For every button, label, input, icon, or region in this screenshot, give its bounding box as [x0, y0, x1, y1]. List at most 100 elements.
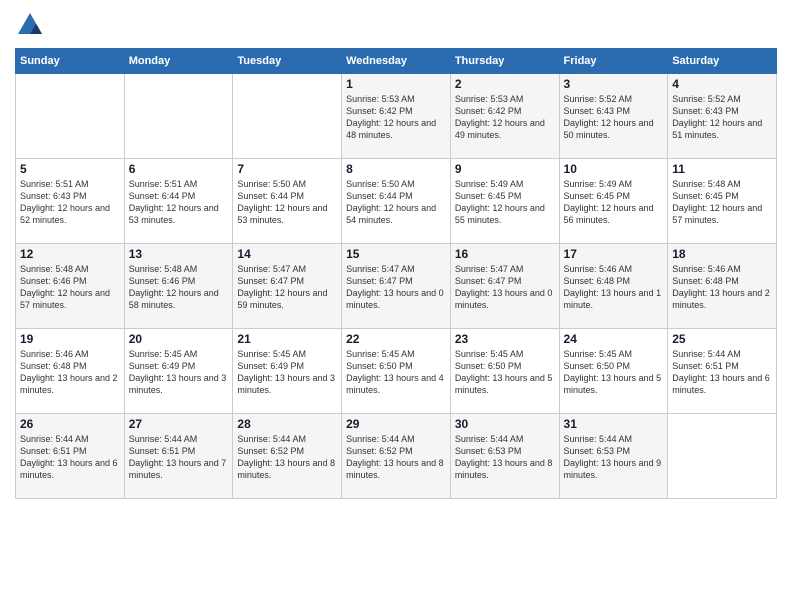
weekday-header: Saturday	[668, 49, 777, 74]
day-info: Sunrise: 5:46 AMSunset: 6:48 PMDaylight:…	[672, 263, 772, 312]
day-number: 1	[346, 77, 446, 91]
calendar-cell: 17Sunrise: 5:46 AMSunset: 6:48 PMDayligh…	[559, 244, 668, 329]
day-info: Sunrise: 5:46 AMSunset: 6:48 PMDaylight:…	[564, 263, 664, 312]
calendar-cell: 2 Sunrise: 5:53 AMSunset: 6:42 PMDaylight…	[450, 74, 559, 159]
day-info: Sunrise: 5:49 AMSunset: 6:45 PMDaylight:…	[564, 178, 664, 227]
day-number: 30	[455, 417, 555, 431]
weekday-header-row: SundayMondayTuesdayWednesdayThursdayFrid…	[16, 49, 777, 74]
day-number: 10	[564, 162, 664, 176]
day-number: 27	[129, 417, 229, 431]
calendar-cell: 27 Sunrise: 5:44 AMSunset: 6:51 PMDayligh…	[124, 414, 233, 499]
day-info: Sunrise: 5:45 AMSunset: 6:50 PMDaylight:…	[455, 348, 555, 397]
day-number: 15	[346, 247, 446, 261]
day-info: Sunrise: 5:51 AMSunset: 6:43 PMDaylight:…	[20, 178, 120, 227]
calendar-cell: 12 Sunrise: 5:48 AMSunset: 6:46 PMDayligh…	[16, 244, 125, 329]
header	[15, 10, 777, 40]
calendar-cell	[124, 74, 233, 159]
day-info: Sunrise: 5:52 AMSunset: 6:43 PMDaylight:…	[672, 93, 772, 142]
day-info: Sunrise: 5:46 AMSunset: 6:48 PMDaylight:…	[20, 348, 120, 397]
day-number: 3	[564, 77, 664, 91]
day-info: Sunrise: 5:52 AMSunset: 6:43 PMDaylight:…	[564, 93, 664, 142]
weekday-header: Monday	[124, 49, 233, 74]
calendar-cell: 6 Sunrise: 5:51 AMSunset: 6:44 PMDaylight…	[124, 159, 233, 244]
day-info: Sunrise: 5:44 AMSunset: 6:51 PMDaylight:…	[672, 348, 772, 397]
day-number: 16	[455, 247, 555, 261]
day-number: 20	[129, 332, 229, 346]
day-number: 22	[346, 332, 446, 346]
day-info: Sunrise: 5:44 AMSunset: 6:53 PMDaylight:…	[455, 433, 555, 482]
calendar-cell: 31 Sunrise: 5:44 AMSunset: 6:53 PMDayligh…	[559, 414, 668, 499]
day-info: Sunrise: 5:50 AMSunset: 6:44 PMDaylight:…	[237, 178, 337, 227]
day-info: Sunrise: 5:53 AMSunset: 6:42 PMDaylight:…	[455, 93, 555, 142]
calendar-cell: 3 Sunrise: 5:52 AMSunset: 6:43 PMDaylight…	[559, 74, 668, 159]
calendar-cell: 25 Sunrise: 5:44 AMSunset: 6:51 PMDayligh…	[668, 329, 777, 414]
calendar-cell: 11Sunrise: 5:48 AMSunset: 6:45 PMDayligh…	[668, 159, 777, 244]
day-info: Sunrise: 5:51 AMSunset: 6:44 PMDaylight:…	[129, 178, 229, 227]
calendar-cell: 9Sunrise: 5:49 AMSunset: 6:45 PMDaylight…	[450, 159, 559, 244]
calendar-cell	[233, 74, 342, 159]
day-number: 13	[129, 247, 229, 261]
calendar-cell: 23 Sunrise: 5:45 AMSunset: 6:50 PMDayligh…	[450, 329, 559, 414]
day-info: Sunrise: 5:50 AMSunset: 6:44 PMDaylight:…	[346, 178, 446, 227]
calendar-cell: 4 Sunrise: 5:52 AMSunset: 6:43 PMDaylight…	[668, 74, 777, 159]
calendar-cell	[668, 414, 777, 499]
day-info: Sunrise: 5:48 AMSunset: 6:46 PMDaylight:…	[20, 263, 120, 312]
day-info: Sunrise: 5:44 AMSunset: 6:51 PMDaylight:…	[20, 433, 120, 482]
calendar-body: 1 Sunrise: 5:53 AMSunset: 6:42 PMDaylight…	[16, 74, 777, 499]
calendar-cell: 30 Sunrise: 5:44 AMSunset: 6:53 PMDayligh…	[450, 414, 559, 499]
day-number: 26	[20, 417, 120, 431]
day-info: Sunrise: 5:45 AMSunset: 6:50 PMDaylight:…	[564, 348, 664, 397]
calendar-cell: 18Sunrise: 5:46 AMSunset: 6:48 PMDayligh…	[668, 244, 777, 329]
day-number: 4	[672, 77, 772, 91]
day-info: Sunrise: 5:47 AMSunset: 6:47 PMDaylight:…	[237, 263, 337, 312]
calendar-cell: 8 Sunrise: 5:50 AMSunset: 6:44 PMDaylight…	[342, 159, 451, 244]
day-number: 21	[237, 332, 337, 346]
day-info: Sunrise: 5:48 AMSunset: 6:45 PMDaylight:…	[672, 178, 772, 227]
calendar-cell: 22 Sunrise: 5:45 AMSunset: 6:50 PMDayligh…	[342, 329, 451, 414]
calendar-cell: 1Sunrise: 5:53 AMSunset: 6:42 PMDaylight…	[342, 74, 451, 159]
calendar-week-row: 5 Sunrise: 5:51 AMSunset: 6:43 PMDaylight…	[16, 159, 777, 244]
day-info: Sunrise: 5:44 AMSunset: 6:53 PMDaylight:…	[564, 433, 664, 482]
calendar-cell: 26 Sunrise: 5:44 AMSunset: 6:51 PMDayligh…	[16, 414, 125, 499]
calendar-cell: 7 Sunrise: 5:50 AMSunset: 6:44 PMDaylight…	[233, 159, 342, 244]
calendar-cell: 13 Sunrise: 5:48 AMSunset: 6:46 PMDayligh…	[124, 244, 233, 329]
logo	[15, 10, 49, 40]
calendar-week-row: 12 Sunrise: 5:48 AMSunset: 6:46 PMDayligh…	[16, 244, 777, 329]
weekday-header: Sunday	[16, 49, 125, 74]
calendar-cell: 15 Sunrise: 5:47 AMSunset: 6:47 PMDayligh…	[342, 244, 451, 329]
day-number: 2	[455, 77, 555, 91]
day-info: Sunrise: 5:45 AMSunset: 6:49 PMDaylight:…	[237, 348, 337, 397]
day-number: 6	[129, 162, 229, 176]
calendar-header: SundayMondayTuesdayWednesdayThursdayFrid…	[16, 49, 777, 74]
weekday-header: Wednesday	[342, 49, 451, 74]
weekday-header: Thursday	[450, 49, 559, 74]
day-number: 29	[346, 417, 446, 431]
calendar-week-row: 19 Sunrise: 5:46 AMSunset: 6:48 PMDayligh…	[16, 329, 777, 414]
day-info: Sunrise: 5:48 AMSunset: 6:46 PMDaylight:…	[129, 263, 229, 312]
day-info: Sunrise: 5:45 AMSunset: 6:49 PMDaylight:…	[129, 348, 229, 397]
day-number: 7	[237, 162, 337, 176]
day-info: Sunrise: 5:44 AMSunset: 6:52 PMDaylight:…	[237, 433, 337, 482]
day-info: Sunrise: 5:44 AMSunset: 6:51 PMDaylight:…	[129, 433, 229, 482]
day-number: 24	[564, 332, 664, 346]
day-number: 19	[20, 332, 120, 346]
calendar-cell: 14Sunrise: 5:47 AMSunset: 6:47 PMDayligh…	[233, 244, 342, 329]
calendar-cell: 24 Sunrise: 5:45 AMSunset: 6:50 PMDayligh…	[559, 329, 668, 414]
day-number: 8	[346, 162, 446, 176]
day-number: 25	[672, 332, 772, 346]
calendar-cell	[16, 74, 125, 159]
day-number: 23	[455, 332, 555, 346]
day-info: Sunrise: 5:45 AMSunset: 6:50 PMDaylight:…	[346, 348, 446, 397]
calendar-cell: 16 Sunrise: 5:47 AMSunset: 6:47 PMDayligh…	[450, 244, 559, 329]
calendar-cell: 28Sunrise: 5:44 AMSunset: 6:52 PMDayligh…	[233, 414, 342, 499]
day-number: 12	[20, 247, 120, 261]
day-number: 31	[564, 417, 664, 431]
weekday-header: Friday	[559, 49, 668, 74]
day-info: Sunrise: 5:47 AMSunset: 6:47 PMDaylight:…	[346, 263, 446, 312]
day-number: 5	[20, 162, 120, 176]
calendar-cell: 21 Sunrise: 5:45 AMSunset: 6:49 PMDayligh…	[233, 329, 342, 414]
weekday-header: Tuesday	[233, 49, 342, 74]
day-info: Sunrise: 5:47 AMSunset: 6:47 PMDaylight:…	[455, 263, 555, 312]
calendar: SundayMondayTuesdayWednesdayThursdayFrid…	[15, 48, 777, 499]
day-info: Sunrise: 5:44 AMSunset: 6:52 PMDaylight:…	[346, 433, 446, 482]
